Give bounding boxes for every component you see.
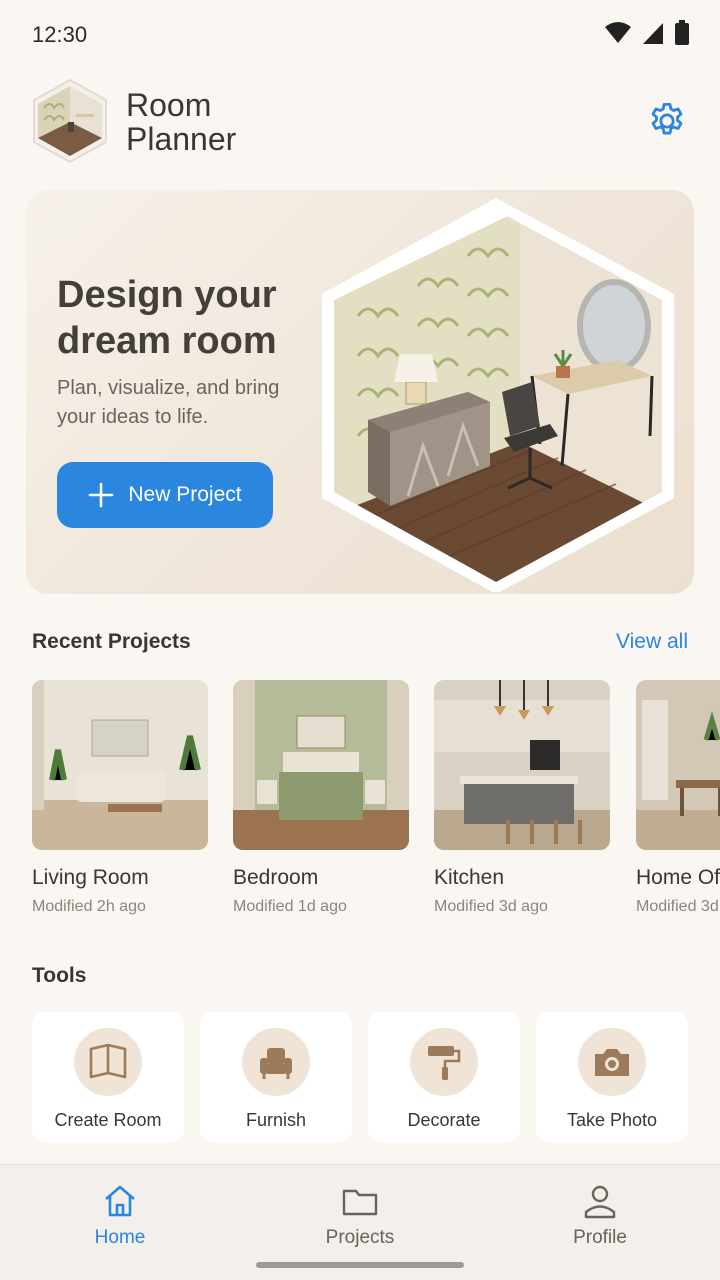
person-icon [584,1185,616,1219]
recent-projects-list: Living Room Modified 2h ago Bedroom Modi… [32,680,720,930]
project-modified: Modified 2h ago [32,898,146,915]
gear-icon [651,102,683,135]
nav-home-label: Home [94,1227,146,1248]
tool-decorate[interactable]: Decorate [368,1012,520,1142]
project-thumbnail [636,680,720,850]
tool-take-photo[interactable]: Take Photo [536,1012,688,1142]
hero-subtitle: Plan, visualize, and bring your ideas to… [57,377,280,428]
nav-projects-label: Projects [325,1227,395,1248]
status-time: 12:30 [32,22,88,47]
camera-icon [595,1049,629,1076]
project-name: Living Room [32,866,149,889]
wifi-icon [605,22,631,43]
app-title: Room Planner [126,87,237,157]
new-project-button[interactable]: New Project [57,462,273,528]
project-modified: Modified 3d ago [636,898,720,915]
tool-furnish[interactable]: Furnish [200,1012,352,1142]
app-logo [30,78,110,164]
project-card-bedroom[interactable]: Bedroom Modified 1d ago [233,680,409,916]
plus-icon [89,482,114,508]
tool-icon-circle [74,1028,142,1096]
hero-banner: Design your dream room Plan, visualize, … [26,190,694,594]
tool-icon-circle [410,1028,478,1096]
tools-title: Tools [32,964,87,987]
new-project-label: New Project [128,483,242,506]
tool-label: Furnish [245,1110,307,1130]
tool-label: Create Room [54,1110,162,1130]
project-thumbnail [233,680,409,850]
home-indicator[interactable] [256,1262,464,1268]
signal-icon [643,23,663,44]
status-bar: 12:30 [0,0,720,68]
tool-create-room[interactable]: Create Room [32,1012,184,1142]
tool-icon-circle [242,1028,310,1096]
folder-icon [342,1189,378,1216]
settings-button[interactable] [642,96,692,146]
tool-label: Take Photo [566,1110,658,1130]
project-modified: Modified 3d ago [434,898,548,915]
project-card-kitchen[interactable]: Kitchen Modified 3d ago [434,680,610,916]
view-all-link[interactable]: View all [616,630,688,654]
project-name: Home Office [636,866,720,889]
project-card-home-office[interactable]: Home Office Modified 3d ago [636,680,720,916]
tool-icon-circle [578,1028,646,1096]
hero-title: Design your dream room [57,274,277,362]
status-icons [604,20,690,46]
home-icon [105,1185,135,1217]
project-name: Kitchen [434,866,505,889]
nav-profile[interactable]: Profile [530,1181,670,1249]
nav-home[interactable]: Home [50,1181,190,1249]
project-card-living-room[interactable]: Living Room Modified 2h ago [32,680,208,916]
room-icon [89,1043,127,1079]
project-modified: Modified 1d ago [233,898,347,915]
nav-profile-label: Profile [573,1227,627,1248]
project-thumbnail [434,680,610,850]
project-thumbnail [32,680,208,850]
project-name: Bedroom [233,866,319,889]
room-illustration [322,198,674,592]
paint-roller-icon [428,1046,461,1080]
nav-projects[interactable]: Projects [290,1181,430,1249]
recent-projects-title: Recent Projects [32,630,191,653]
tool-label: Decorate [407,1110,481,1130]
armchair-icon [260,1048,292,1079]
battery-icon [675,20,689,45]
